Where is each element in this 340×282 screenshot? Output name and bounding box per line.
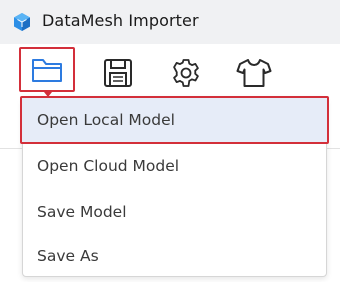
menu-item-save-as[interactable]: Save As (23, 234, 326, 278)
menu-item-save-model[interactable]: Save Model (23, 190, 326, 234)
theme-button[interactable] (226, 50, 282, 96)
title-bar: DataMesh Importer (0, 0, 340, 44)
folder-icon (31, 55, 63, 89)
app-logo-icon (13, 12, 31, 32)
save-button[interactable] (90, 50, 146, 96)
menu-item-open-cloud-model[interactable]: Open Cloud Model (23, 144, 326, 188)
settings-button[interactable] (158, 50, 214, 96)
gear-icon (170, 57, 202, 89)
menu-item-label: Save As (37, 247, 99, 265)
menu-item-open-local-model[interactable]: Open Local Model (20, 96, 329, 144)
menu-item-label: Open Local Model (37, 111, 175, 129)
app-title: DataMesh Importer (42, 11, 199, 30)
open-button[interactable] (19, 47, 75, 92)
menu-item-label: Open Cloud Model (37, 157, 180, 175)
menu-item-label: Save Model (37, 203, 127, 221)
tshirt-icon (236, 57, 272, 89)
floppy-disk-icon (103, 58, 133, 88)
open-menu: Open Local Model Open Cloud Model Save M… (20, 96, 329, 278)
